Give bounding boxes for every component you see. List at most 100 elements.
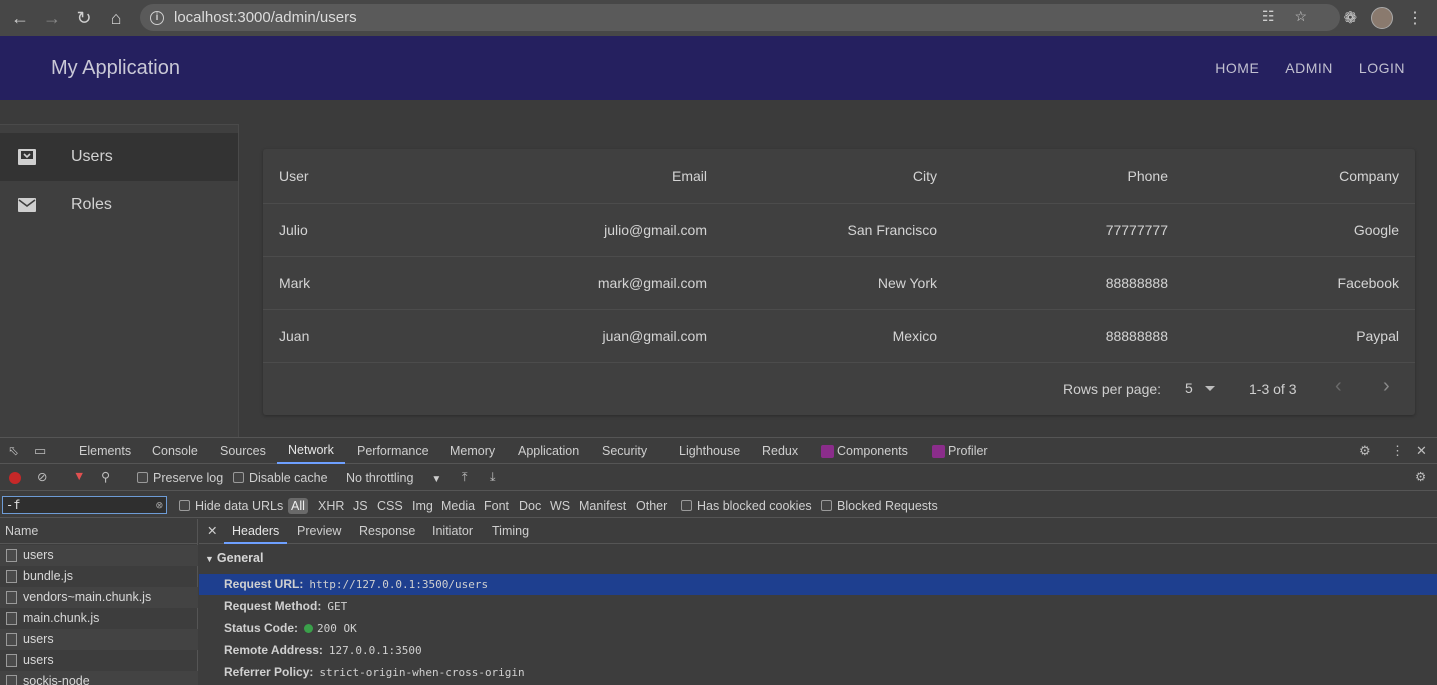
table-header-row: User Email City Phone Company [263,149,1415,204]
filter-icon[interactable]: ▼ [73,469,85,483]
info-icon[interactable]: i [150,10,164,25]
request-row[interactable]: vendors~main.chunk.js [0,587,198,608]
network-settings-icon[interactable]: ⚙ [1415,469,1426,484]
header-key: Request URL: [224,577,304,591]
tab-preview[interactable]: Preview [297,519,341,544]
filter-type-manifest[interactable]: Manifest [579,499,626,513]
devtools-menu-icon[interactable]: ⋮ [1391,443,1404,459]
record-icon[interactable] [9,472,21,484]
filter-type-ws[interactable]: WS [550,499,570,513]
filter-type-media[interactable]: Media [441,499,475,513]
close-detail-icon[interactable]: ✕ [207,519,217,544]
tab-network[interactable]: Network [277,438,345,464]
search-icon[interactable]: ⚲ [101,469,110,484]
preserve-log-checkbox[interactable]: Preserve log [137,471,223,485]
back-icon[interactable]: ← [4,0,36,36]
sidebar-item-roles[interactable]: Roles [0,181,238,229]
filter-type-all[interactable]: All [288,498,308,514]
tab-profiler[interactable]: Profiler [932,438,988,464]
tab-elements[interactable]: Elements [79,438,131,464]
table-row[interactable]: Mark mark@gmail.com New York 88888888 Fa… [263,257,1415,310]
request-row[interactable]: users [0,629,198,650]
rows-per-page-select[interactable]: 5 [1185,380,1215,396]
tab-performance[interactable]: Performance [357,438,429,464]
table-row[interactable]: Julio julio@gmail.com San Francisco 7777… [263,204,1415,257]
request-row[interactable]: bundle.js [0,566,198,587]
tab-memory[interactable]: Memory [450,438,495,464]
browser-menu-icon[interactable]: ⋮ [1407,8,1423,28]
filter-type-doc[interactable]: Doc [519,499,541,513]
tab-headers[interactable]: Headers [224,519,288,544]
cell-phone: 88888888 [1105,275,1168,291]
request-row[interactable]: sockjs-node [0,671,198,685]
filter-type-other[interactable]: Other [636,499,667,513]
request-row[interactable]: users [0,545,198,566]
users-table: User Email City Phone Company Julio juli… [263,149,1415,415]
header-key: Request Method: [224,599,322,613]
react-icon [821,444,834,458]
dropdown-caret-icon: ▼ [431,474,442,485]
import-har-icon[interactable]: ⤒ [462,470,468,485]
export-har-icon[interactable]: ⤓ [490,470,496,485]
nav-link-home[interactable]: HOME [1215,60,1259,76]
tab-components[interactable]: Components [821,438,908,464]
home-icon[interactable]: ⌂ [100,0,132,36]
filter-type-font[interactable]: Font [484,499,509,513]
reload-icon[interactable]: ↻ [68,0,100,36]
has-blocked-cookies-label: Has blocked cookies [697,499,812,513]
filter-input[interactable]: -f ⊗ [2,496,167,514]
throttling-select[interactable]: No throttling ▼ [346,471,441,485]
previous-page-icon[interactable]: ‹ [1335,375,1342,398]
general-row-request-method[interactable]: Request Method: GET [199,596,1437,617]
request-row[interactable]: users [0,650,198,671]
nav-link-admin[interactable]: ADMIN [1285,60,1333,76]
tab-lighthouse[interactable]: Lighthouse [679,438,740,464]
general-section-toggle[interactable]: ▼ General [205,551,263,565]
tab-redux[interactable]: Redux [762,438,798,464]
next-page-icon[interactable]: › [1383,375,1390,398]
nav-link-login[interactable]: LOGIN [1359,60,1405,76]
general-row-request-url[interactable]: Request URL: http://127.0.0.1:3500/users [199,574,1437,595]
device-toolbar-icon[interactable]: ▭ [34,443,46,459]
clear-icon[interactable]: ⊘ [37,469,47,484]
filter-type-img[interactable]: Img [412,499,433,513]
column-header-company[interactable]: Company [1339,149,1399,203]
general-row-status-code[interactable]: Status Code: 200 OK [199,618,1437,639]
translate-icon[interactable]: ☷ [1262,8,1275,25]
filter-type-js[interactable]: JS [353,499,368,513]
sidebar-item-users[interactable]: Users [0,133,238,181]
column-header-city[interactable]: City [913,149,937,203]
column-header-phone[interactable]: Phone [1128,149,1168,203]
settings-gear-icon[interactable]: ⚙ [1359,443,1371,459]
tab-console[interactable]: Console [152,438,198,464]
tab-security[interactable]: Security [602,438,647,464]
app-nav: HOME ADMIN LOGIN [1215,60,1405,76]
tab-sources[interactable]: Sources [220,438,266,464]
tab-application[interactable]: Application [518,438,579,464]
extensions-icon[interactable]: ❁ [1344,8,1357,28]
column-header-user[interactable]: User [279,149,309,203]
inspect-element-icon[interactable]: ⬁ [8,443,19,459]
table-row[interactable]: Juan juan@gmail.com Mexico 88888888 Payp… [263,310,1415,363]
name-column-header[interactable]: Name [0,519,198,544]
profile-avatar[interactable] [1371,7,1393,29]
filter-type-css[interactable]: CSS [377,499,403,513]
disable-cache-checkbox[interactable]: Disable cache [233,471,328,485]
address-bar[interactable]: i localhost:3000/admin/users [140,4,1340,31]
request-row[interactable]: main.chunk.js [0,608,198,629]
tab-response[interactable]: Response [359,519,415,544]
blocked-requests-checkbox[interactable]: Blocked Requests [821,499,938,513]
general-row-referrer-policy[interactable]: Referrer Policy: strict-origin-when-cross… [199,662,1437,683]
close-devtools-icon[interactable]: ✕ [1416,443,1427,459]
tab-timing[interactable]: Timing [492,519,529,544]
filter-type-xhr[interactable]: XHR [318,499,344,513]
column-header-email[interactable]: Email [672,149,707,203]
general-row-remote-address[interactable]: Remote Address: 127.0.0.1:3500 [199,640,1437,661]
clear-filter-icon[interactable]: ⊗ [156,497,163,513]
forward-icon[interactable]: → [36,0,68,36]
bookmark-star-icon[interactable]: ☆ [1294,8,1307,25]
hide-data-urls-checkbox[interactable]: Hide data URLs [179,499,283,513]
mail-icon [18,198,36,212]
tab-initiator[interactable]: Initiator [432,519,473,544]
has-blocked-cookies-checkbox[interactable]: Has blocked cookies [681,499,812,513]
